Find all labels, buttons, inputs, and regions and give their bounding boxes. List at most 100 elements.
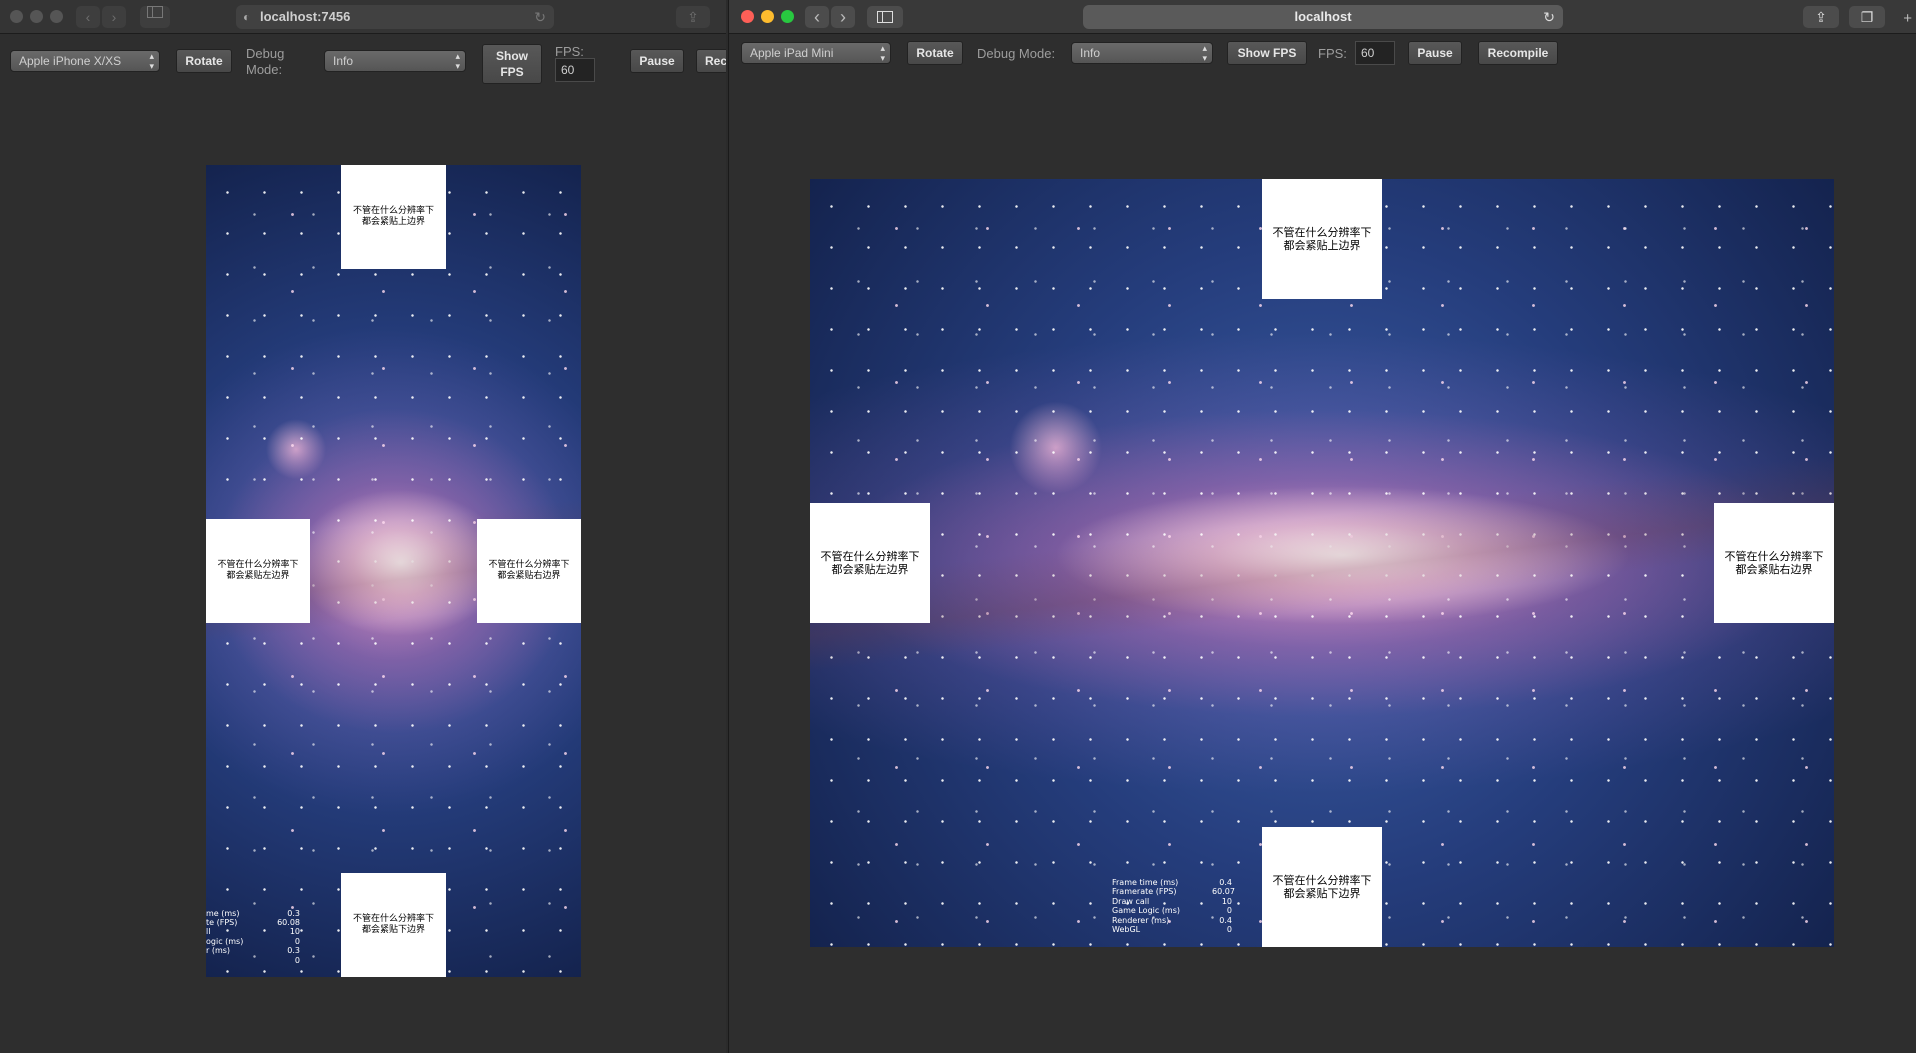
minimize-window-button[interactable] — [30, 10, 43, 23]
show-fps-button[interactable]: Show FPS — [482, 44, 542, 84]
close-window-button[interactable] — [10, 10, 23, 23]
right-browser-window: ‹ › localhost ↻ ⇪ ❐ + Apple iPad Mini ▴ ▾… — [728, 0, 1916, 1053]
pause-button[interactable]: Pause — [1408, 41, 1462, 65]
show-fps-button[interactable]: Show FPS — [1227, 41, 1307, 65]
stats-key: ll — [206, 927, 211, 937]
share-icon[interactable]: ⇪ — [676, 6, 710, 28]
sidebar-icon[interactable] — [140, 6, 170, 28]
stats-row: ogic (ms) 0 — [206, 937, 300, 946]
pause-button[interactable]: Pause — [630, 49, 684, 73]
back-icon[interactable]: ‹ — [76, 6, 100, 28]
fps-stats-panel: Frame time (ms) 0.4 Framerate (FPS) 60.07 Dr… — [1112, 878, 1235, 934]
stats-key: me (ms) — [206, 908, 240, 918]
fps-input[interactable]: 60 — [555, 58, 595, 82]
fps-input[interactable]: 60 — [1355, 41, 1395, 65]
stats-value: 60.08 — [277, 917, 300, 927]
recompile-button[interactable]: Rec — [696, 49, 726, 73]
plus-icon[interactable]: + — [1903, 10, 1912, 27]
stats-value: 10 — [289, 927, 300, 937]
fps-label: FPS: — [1318, 46, 1347, 61]
right-simulator-toolbar: Apple iPad Mini ▴ ▾ Rotate Debug Mode: In… — [729, 41, 1916, 90]
stats-key: ogic (ms) — [206, 936, 244, 946]
debug-mode-select[interactable]: Info ▴ ▾ — [324, 50, 466, 72]
left-titlebar: ‹ › ◐ localhost:7456 ↻ ⇪ — [0, 0, 726, 34]
bottom-anchored-label: 不管在什么分辨率下 都会紧贴下边界 — [1262, 827, 1382, 947]
forward-icon[interactable]: › — [102, 6, 126, 28]
stats-key: Draw call — [1112, 896, 1150, 906]
stats-row: WebGL 0 — [1112, 925, 1232, 934]
stats-value: 0.4 — [1219, 915, 1232, 925]
device-select-value: Apple iPad Mini — [750, 46, 834, 60]
stats-value: 0 — [294, 936, 300, 946]
rotate-button[interactable]: Rotate — [176, 49, 232, 73]
debug-mode-value: Info — [333, 54, 354, 68]
address-bar[interactable]: localhost ↻ — [1083, 5, 1563, 29]
stats-row: me (ms) 0.3 — [206, 909, 300, 918]
stats-value: 0 — [294, 955, 300, 965]
stats-value: 0.3 — [287, 946, 300, 956]
right-titlebar: ‹ › localhost ↻ ⇪ ❐ + — [729, 0, 1916, 34]
debug-mode-select[interactable]: Info ▴ ▾ — [1071, 42, 1213, 64]
stats-row: r (ms) 0.3 — [206, 946, 300, 955]
stats-value: 10 — [1221, 896, 1232, 906]
reload-icon[interactable]: ↻ — [534, 5, 546, 29]
close-window-button[interactable] — [741, 10, 754, 23]
left-browser-window: ‹ › ◐ localhost:7456 ↻ ⇪ Apple iPhone X/… — [0, 0, 726, 1053]
stats-key: Framerate (FPS) — [1112, 887, 1177, 897]
recompile-button[interactable]: Recompile — [1478, 41, 1558, 65]
stats-key: Renderer (ms) — [1112, 915, 1170, 925]
left-anchored-label: 不管在什么分辨率下 都会紧贴左边界 — [206, 519, 310, 623]
stats-key: te (FPS) — [206, 917, 238, 927]
stats-key — [206, 956, 270, 965]
debug-mode-value: Info — [1080, 46, 1101, 60]
back-icon[interactable]: ‹ — [805, 6, 829, 28]
device-select[interactable]: Apple iPhone X/XS ▴ ▾ — [10, 50, 160, 72]
stats-key: r (ms) — [206, 946, 231, 956]
right-anchored-label: 不管在什么分辨率下 都会紧贴右边界 — [477, 519, 581, 623]
stats-value: 0 — [1226, 906, 1232, 916]
stats-value: 60.07 — [1212, 887, 1235, 897]
stats-value: 0.3 — [287, 908, 300, 918]
left-anchored-label: 不管在什么分辨率下 都会紧贴左边界 — [810, 503, 930, 623]
stats-row: Game Logic (ms) 0 — [1112, 906, 1232, 915]
top-anchored-label: 不管在什么分辨率下 都会紧贴上边界 — [341, 165, 446, 269]
reload-icon[interactable]: ↻ — [1543, 5, 1555, 29]
game-canvas[interactable]: 不管在什么分辨率下 都会紧贴上边界 不管在什么分辨率下 都会紧贴左边界 不管在什… — [206, 165, 581, 977]
stats-row: Draw call 10 — [1112, 897, 1232, 906]
zoom-window-button[interactable] — [50, 10, 63, 23]
select-arrows-icon: ▴ ▾ — [455, 51, 460, 71]
bottom-anchored-label: 不管在什么分辨率下 都会紧贴下边界 — [341, 873, 446, 977]
url-text: localhost — [1294, 9, 1352, 24]
device-select[interactable]: Apple iPad Mini ▴ ▾ — [741, 42, 891, 64]
sidebar-icon[interactable] — [867, 6, 903, 28]
left-simulator-toolbar: Apple iPhone X/XS ▴ ▾ Rotate Debug Mode: … — [0, 44, 726, 92]
zoom-window-button[interactable] — [781, 10, 794, 23]
device-select-value: Apple iPhone X/XS — [19, 54, 122, 68]
site-icon: ◐ — [243, 10, 251, 24]
fps-stats-panel: me (ms) 0.3 te (FPS) 60.08 ll 10 ogic (ms) 0 r (… — [206, 909, 300, 965]
minimize-window-button[interactable] — [761, 10, 774, 23]
top-anchored-label: 不管在什么分辨率下 都会紧贴上边界 — [1262, 179, 1382, 299]
debug-mode-label: Debug Mode: — [977, 46, 1056, 61]
stats-value: 0 — [1226, 925, 1232, 935]
url-text: localhost:7456 — [260, 9, 351, 24]
forward-icon[interactable]: › — [831, 6, 855, 28]
share-icon[interactable]: ⇪ — [1803, 6, 1839, 28]
stats-row: ll 10 — [206, 927, 300, 936]
stats-row: te (FPS) 60.08 — [206, 918, 300, 927]
stats-key: Frame time (ms) — [1112, 878, 1179, 887]
stats-key: Game Logic (ms) — [1112, 906, 1181, 916]
stats-row: Renderer (ms) 0.4 — [1112, 916, 1232, 925]
select-arrows-icon: ▴ ▾ — [880, 43, 885, 63]
stats-row: Framerate (FPS) 60.07 — [1112, 887, 1235, 897]
stats-value: 0.4 — [1219, 878, 1232, 887]
game-canvas[interactable]: 不管在什么分辨率下 都会紧贴上边界 不管在什么分辨率下 都会紧贴左边界 不管在什… — [810, 179, 1834, 947]
right-anchored-label: 不管在什么分辨率下 都会紧贴右边界 — [1714, 503, 1834, 623]
rotate-button[interactable]: Rotate — [907, 41, 963, 65]
tabs-icon[interactable]: ❐ — [1849, 6, 1885, 28]
address-bar[interactable]: ◐ localhost:7456 ↻ — [236, 5, 554, 29]
fps-label: FPS: — [555, 44, 584, 59]
select-arrows-icon: ▴ ▾ — [1202, 43, 1207, 63]
select-arrows-icon: ▴ ▾ — [149, 51, 154, 71]
stats-row: 0 — [206, 956, 300, 965]
